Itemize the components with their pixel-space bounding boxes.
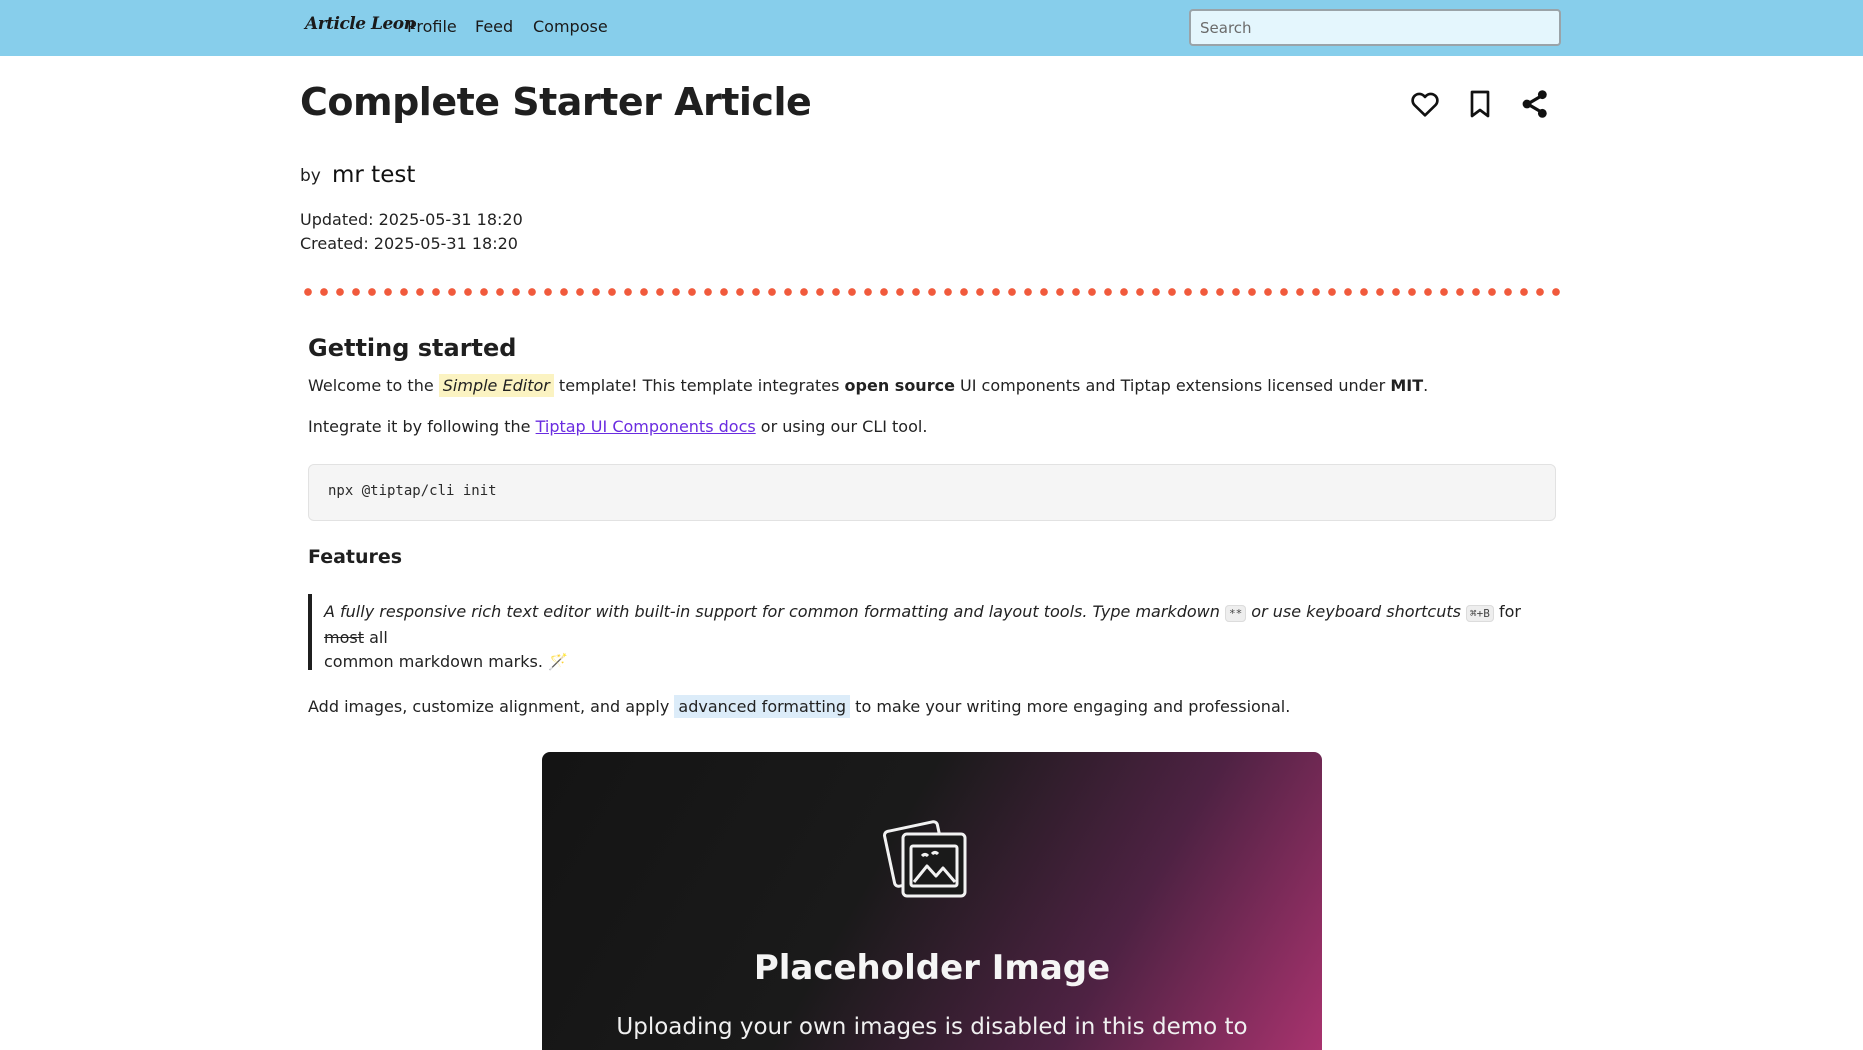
share-button[interactable]: [1519, 88, 1551, 120]
like-button[interactable]: [1409, 88, 1441, 120]
blockquote: A fully responsive rich text editor with…: [308, 594, 1558, 671]
byline-label: by: [300, 166, 321, 186]
integrate-paragraph: Integrate it by following the Tiptap UI …: [308, 417, 928, 436]
article-title: Complete Starter Article: [300, 80, 812, 124]
image-title: Placeholder Image: [753, 948, 1111, 988]
image-placeholder-icon: [883, 820, 967, 898]
author-name[interactable]: mr test: [332, 162, 415, 188]
highlighted-text-blue: advanced formatting: [674, 695, 851, 718]
nav-link-compose[interactable]: Compose: [533, 17, 608, 36]
bookmark-button[interactable]: [1464, 88, 1496, 120]
created-date: Created: 2025-05-31 18:20: [300, 234, 518, 253]
heart-icon: [1411, 92, 1439, 117]
heading-features: Features: [308, 546, 403, 568]
code-block[interactable]: npx @tiptap/cli init: [308, 464, 1556, 521]
share-icon: [1522, 90, 1547, 118]
docs-link[interactable]: Tiptap UI Components docs: [536, 417, 756, 436]
dotted-divider: [300, 288, 1563, 296]
markdown-kbd: **: [1224, 605, 1247, 622]
placeholder-image[interactable]: Placeholder Image Uploading your own ima…: [542, 752, 1322, 1050]
strikethrough-text: most: [324, 628, 364, 647]
heading-getting-started: Getting started: [308, 334, 517, 362]
updated-date: Updated: 2025-05-31 18:20: [300, 210, 523, 229]
top-navbar: Article Leon Profile Feed Compose: [0, 0, 1863, 56]
intro-paragraph: Welcome to the Simple Editor template! T…: [308, 374, 1429, 397]
bookmark-icon: [1470, 90, 1490, 118]
brand-logo[interactable]: Article Leon: [305, 14, 416, 34]
nav-link-feed[interactable]: Feed: [475, 17, 513, 36]
search-input[interactable]: [1189, 9, 1561, 46]
highlighted-text: Simple Editor: [438, 374, 554, 397]
nav-link-profile[interactable]: Profile: [407, 17, 457, 36]
image-subtitle: Uploading your own images is disabled in…: [616, 1014, 1248, 1040]
shortcut-kbd: ⌘+B: [1466, 605, 1494, 622]
images-paragraph: Add images, customize alignment, and app…: [308, 695, 1291, 718]
magic-wand-emoji: 🪄: [548, 652, 568, 671]
